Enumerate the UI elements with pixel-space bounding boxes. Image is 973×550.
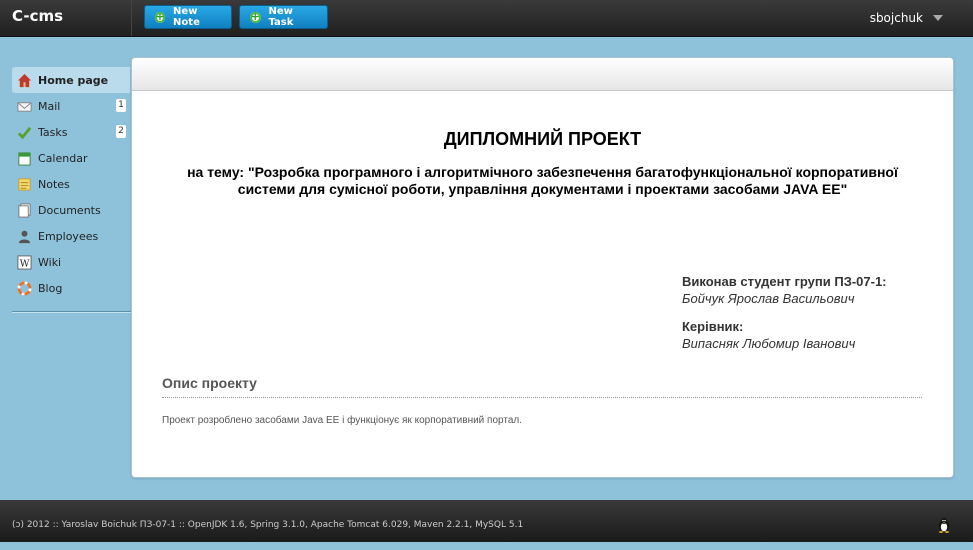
sidebar-item-label: Tasks <box>38 125 68 139</box>
sidebar-nav: Home page Mail 1 Tasks 2 Calendar Notes … <box>12 67 130 301</box>
student-info: Виконав студент групи ПЗ-07-1: Бойчук Яр… <box>682 273 887 307</box>
svg-text:W: W <box>20 258 30 269</box>
sidebar-item-wiki[interactable]: W Wiki <box>12 249 130 275</box>
top-navbar: C-cms + New Note + New Task sbojchuk <box>0 0 973 37</box>
subject-line: на тему: "Розробка програмного і алгорит… <box>187 164 898 180</box>
advisor-info: Керівник: Випасняк Любомир Іванович <box>682 318 855 352</box>
panel-header <box>132 58 953 91</box>
count-badge: 1 <box>116 99 126 112</box>
sidebar-item-label: Calendar <box>38 151 88 165</box>
advisor-name: Випасняк Любомир Іванович <box>682 336 856 351</box>
subject-line: системи для сумісної роботи, управління … <box>237 181 848 197</box>
chevron-down-icon[interactable] <box>933 15 943 21</box>
new-note-label: New Note <box>173 6 200 28</box>
brand-logo[interactable]: C-cms <box>0 0 132 36</box>
new-note-button[interactable]: + New Note <box>144 5 232 29</box>
page-title: ДИПЛОМНИЙ ПРОЕКТ <box>443 129 642 149</box>
user-icon <box>18 230 31 243</box>
notes-icon <box>18 177 31 191</box>
plus-icon: + <box>250 9 261 23</box>
advisor-label: Керівник: <box>682 319 744 334</box>
student-label: Виконав студент групи ПЗ-07-1: <box>682 274 887 289</box>
sidebar-divider <box>12 311 131 313</box>
sidebar-item-label: Blog <box>38 281 63 295</box>
content-panel: ДИПЛОМНИЙ ПРОЕКТ на тему: "Розробка прог… <box>131 57 954 478</box>
sidebar-item-label: Mail <box>38 99 61 113</box>
documents-icon <box>18 202 31 218</box>
home-icon <box>17 73 32 87</box>
new-task-label: New Task <box>268 6 294 28</box>
sidebar-item-employees[interactable]: Employees <box>12 223 130 249</box>
plus-icon: + <box>155 9 166 23</box>
project-subject: на тему: "Розробка програмного і алгорит… <box>162 164 923 198</box>
sidebar-item-label: Home page <box>38 73 109 87</box>
sidebar-item-calendar[interactable]: Calendar <box>12 145 130 171</box>
footer-text: (ɔ) 2012 :: Yaroslav Boichuk ПЗ-07-1 :: … <box>12 520 524 530</box>
user-menu[interactable]: sbojchuk <box>870 0 923 36</box>
calendar-icon <box>18 151 31 166</box>
footer: (ɔ) 2012 :: Yaroslav Boichuk ПЗ-07-1 :: … <box>0 500 973 542</box>
sidebar-item-mail[interactable]: Mail 1 <box>12 93 130 119</box>
sidebar-item-blog[interactable]: Blog <box>12 275 130 301</box>
student-name: Бойчук Ярослав Васильович <box>682 291 855 306</box>
section-heading: Опис проекту <box>162 375 922 398</box>
section-description: Проект розроблено засобами Java EE і фун… <box>162 415 523 426</box>
sidebar-item-tasks[interactable]: Tasks 2 <box>12 119 130 145</box>
wiki-icon: W <box>17 254 32 270</box>
checkmark-icon <box>17 126 32 139</box>
sidebar-item-label: Documents <box>38 203 101 217</box>
sidebar-item-label: Wiki <box>38 255 62 269</box>
tux-icon <box>939 518 949 533</box>
mail-icon <box>17 101 32 112</box>
sidebar-item-home[interactable]: Home page <box>12 67 130 93</box>
sidebar-item-documents[interactable]: Documents <box>12 197 130 223</box>
count-badge: 2 <box>116 125 126 138</box>
sidebar-item-notes[interactable]: Notes <box>12 171 130 197</box>
lifebuoy-icon <box>17 280 32 296</box>
new-task-button[interactable]: + New Task <box>239 5 328 29</box>
sidebar-item-label: Employees <box>38 229 99 243</box>
sidebar-item-label: Notes <box>38 177 70 191</box>
